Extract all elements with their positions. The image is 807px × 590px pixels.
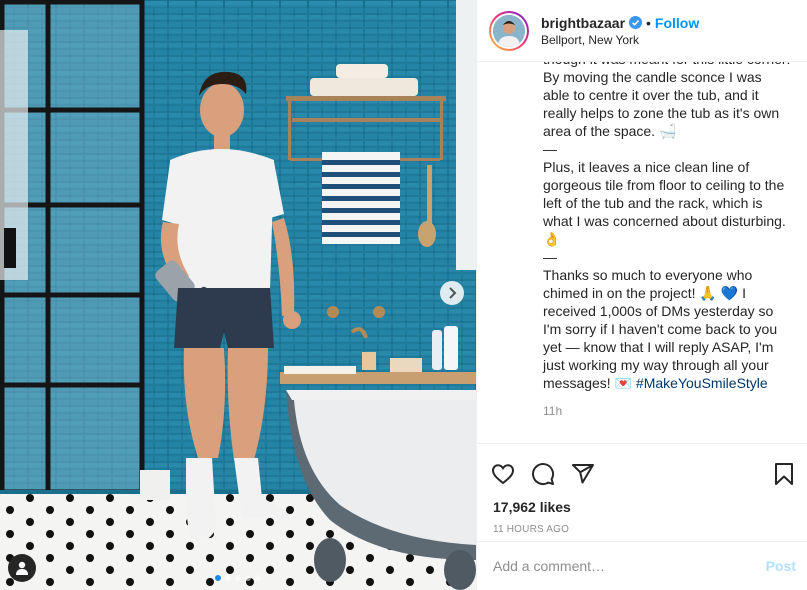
bathroom-photo: [0, 0, 476, 590]
header-text: brightbazaar • Follow Bellport, New York: [541, 14, 699, 48]
post-sidebar: brightbazaar • Follow Bellport, New York…: [476, 0, 807, 590]
avatar-ring: [491, 12, 527, 49]
caption-divider: —: [543, 249, 557, 265]
separator-dot: •: [646, 14, 651, 31]
verified-badge-icon: [629, 16, 643, 29]
carousel-dot: [235, 575, 241, 581]
profile-photo-icon: [493, 14, 525, 47]
like-button[interactable]: [491, 462, 515, 486]
comment-icon: [532, 463, 555, 486]
share-button[interactable]: [571, 462, 595, 486]
comment-form: Post: [477, 541, 807, 590]
carousel-dot: [225, 575, 231, 581]
comment-input[interactable]: [493, 558, 766, 574]
carousel-dot: [255, 575, 261, 581]
next-photo-button[interactable]: [440, 281, 464, 305]
location-link[interactable]: Bellport, New York: [541, 32, 699, 48]
avatar[interactable]: [489, 10, 529, 51]
post-actions-section: 17,962 likes 11 HOURS AGO: [477, 443, 807, 535]
user-icon: [16, 561, 28, 575]
chevron-right-icon: [449, 287, 457, 299]
heart-icon: [491, 464, 515, 485]
hashtag-link[interactable]: #MakeYouSmileStyle: [636, 375, 768, 391]
caption-paragraph: Plus, it leaves a nice clean line of gor…: [543, 159, 786, 247]
caption-paragraph: Thanks so much to everyone who chimed in…: [543, 267, 778, 391]
likes-count[interactable]: 17,962 likes: [477, 494, 807, 516]
username-link[interactable]: brightbazaar: [541, 14, 625, 32]
carousel-dot: [245, 575, 251, 581]
post-timestamp[interactable]: 11 HOURS AGO: [477, 516, 807, 535]
post-photo[interactable]: [0, 0, 476, 590]
share-icon: [572, 464, 594, 484]
carousel-indicator: [0, 575, 476, 581]
action-bar: [477, 444, 807, 494]
follow-button[interactable]: Follow: [655, 14, 699, 32]
avatar-image: [493, 14, 525, 47]
post-comment-button[interactable]: Post: [766, 558, 796, 574]
header-title-row: brightbazaar • Follow: [541, 14, 699, 32]
caption-text: though it was meant for this little corn…: [543, 62, 792, 420]
post-header: brightbazaar • Follow Bellport, New York: [477, 0, 807, 62]
caption-paragraph: though it was meant for this little corn…: [543, 62, 790, 139]
save-button[interactable]: [772, 462, 796, 486]
caption-timestamp[interactable]: 11h: [543, 402, 792, 420]
bookmark-icon: [775, 463, 793, 485]
caption-paragraph-with-hashtag: Thanks so much to everyone who chimed in…: [543, 266, 792, 392]
caption-area: though it was meant for this little corn…: [477, 62, 807, 442]
carousel-dot: [215, 575, 221, 581]
caption-divider: —: [543, 141, 557, 157]
comment-button[interactable]: [531, 462, 555, 486]
